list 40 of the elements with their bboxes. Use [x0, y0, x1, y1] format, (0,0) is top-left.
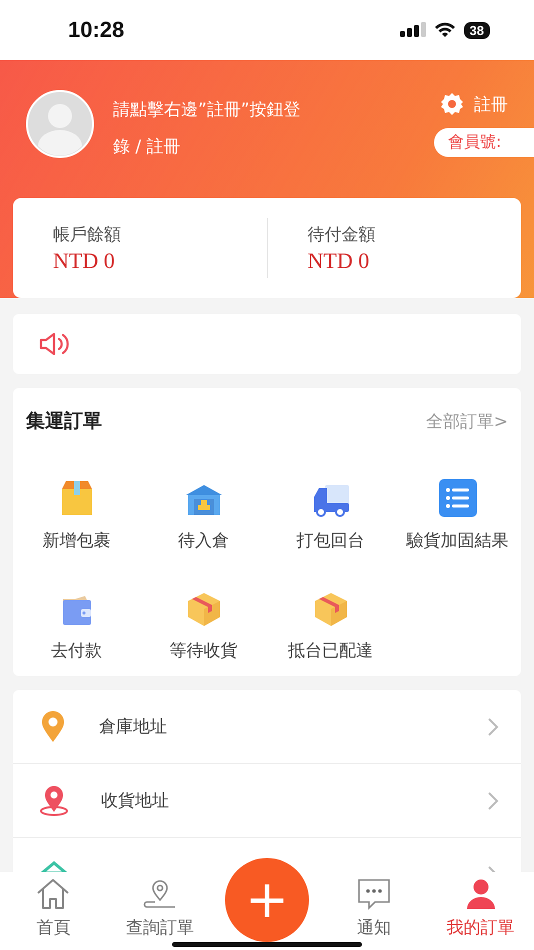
wallet-icon: [60, 595, 92, 627]
balance-label: 待付金額: [308, 224, 376, 246]
location-pin-icon: [39, 710, 67, 742]
balance-amount: NTD 0: [53, 248, 116, 274]
tab-item[interactable]: 我的訂單: [427, 872, 534, 939]
chat-bubble-icon: [356, 878, 391, 910]
order-status-item[interactable]: 新增包裹: [13, 456, 140, 552]
speaker-icon: [38, 331, 70, 357]
tab-item[interactable]: 通知: [320, 872, 428, 939]
wifi-icon: [434, 22, 456, 38]
section-title: 集運訂單: [26, 409, 102, 434]
box-icon: [186, 591, 222, 627]
truck-icon: [312, 483, 350, 517]
menu-item[interactable]: 收貨地址: [13, 764, 521, 838]
menu-item[interactable]: 倉庫地址: [13, 690, 521, 764]
tab-item[interactable]: 首頁: [0, 872, 107, 939]
tab-item[interactable]: 查詢訂單: [106, 872, 214, 939]
status-time: 10:28: [68, 17, 124, 43]
order-status-item[interactable]: 抵台已配達: [267, 566, 394, 662]
balance-amount: NTD 0: [308, 248, 370, 274]
order-status-item[interactable]: 驗貨加固結果: [394, 456, 521, 552]
list-icon: [438, 479, 476, 517]
order-status-item[interactable]: 等待收貨: [140, 566, 267, 662]
location-pin-icon: [39, 784, 69, 816]
battery-indicator: 38: [464, 22, 490, 38]
order-status-item[interactable]: 去付款: [13, 566, 140, 662]
signal-icon: [400, 22, 426, 38]
warehouse-icon: [184, 483, 224, 517]
location-route-icon: [143, 878, 178, 910]
avatar-icon[interactable]: [26, 90, 94, 158]
chevron-right-icon: [487, 790, 499, 810]
member-number-label: 會員號:: [434, 128, 534, 157]
gear-icon: [440, 92, 464, 116]
box-icon: [312, 591, 348, 627]
balance-label: 帳戶餘額: [53, 224, 122, 246]
home-icon: [36, 878, 70, 910]
order-status-item[interactable]: 打包回台: [267, 456, 394, 552]
chevron-right-icon: [487, 716, 499, 736]
order-status-item[interactable]: 待入倉: [140, 456, 267, 552]
user-icon: [464, 878, 497, 910]
